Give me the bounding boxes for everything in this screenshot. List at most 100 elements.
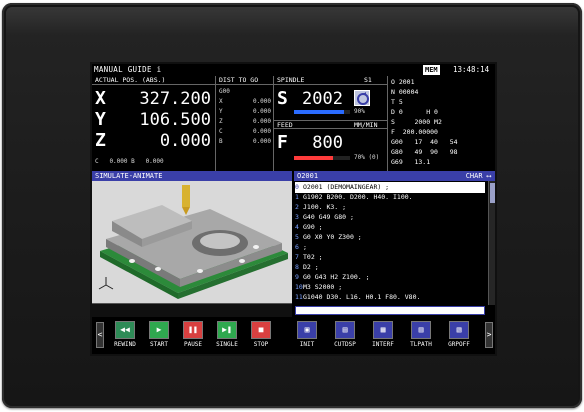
program-title-bar: O2001 CHAR ⟷	[294, 171, 495, 181]
axis-label-z: Z	[95, 130, 106, 151]
spindle-icon	[354, 90, 370, 106]
modal-line: G69 13.1	[391, 158, 431, 166]
program-pane[interactable]: O2001 CHAR ⟷ 0 O2001 (DEMOMAINGEAR) ; 1 G19…	[294, 171, 495, 317]
softkey-start[interactable]: ▶ START	[142, 321, 176, 350]
line-text: G0 X0 Y0 Z300 ;	[303, 233, 362, 241]
pause-icon: ❚❚	[183, 321, 203, 339]
softkey-next-arrow[interactable]: >	[485, 322, 493, 348]
dtg-header: DIST TO GO	[216, 76, 273, 85]
cut-display-icon: ▤	[335, 321, 355, 339]
feed-unit: MM/MIN	[354, 121, 378, 129]
input-mode: CHAR ⟷	[465, 172, 491, 180]
line-text: J100. K3. ;	[303, 203, 347, 211]
modal-line: T 5	[391, 98, 403, 106]
line-text: G90 ;	[303, 223, 323, 231]
program-line[interactable]: 11G1040 D30. L16. H0.1 F80. V80.	[295, 292, 485, 303]
clock: 13:48:14	[453, 65, 490, 74]
simulation-scrollbar[interactable]	[92, 303, 292, 317]
softkey-label: STOP	[253, 341, 269, 348]
softkey-label: START	[149, 341, 169, 348]
single-step-icon: ▶❚	[217, 321, 237, 339]
rewind-icon: ◀◀	[115, 321, 135, 339]
position-header: ACTUAL POS. (ABS.)	[92, 76, 215, 85]
tool-path-icon: ▥	[411, 321, 431, 339]
modal-line: O 2001	[391, 78, 415, 86]
spindle-load-bar	[294, 110, 350, 114]
axis-value-x: 327.200	[139, 89, 211, 109]
softkey-label: INIT	[299, 341, 315, 348]
softkey-label: REWIND	[114, 341, 136, 348]
line-text: D2 ;	[303, 263, 319, 271]
line-text: G1902 B200. D200. H40. I100.	[303, 193, 413, 201]
softkey-label: PAUSE	[183, 341, 203, 348]
modal-line: F 200.00000	[391, 128, 438, 136]
line-text: G1040 D30. L16. H0.1 F80. V80.	[303, 293, 421, 301]
feed-override-bar	[294, 156, 350, 160]
softkey-interf[interactable]: ▦ INTERF	[366, 321, 400, 350]
softkey-grpoff[interactable]: ▧ GRPOFF	[442, 321, 476, 350]
modal-line: G00 17 40 54	[391, 138, 458, 146]
softkey-pause[interactable]: ❚❚ PAUSE	[176, 321, 210, 350]
spindle-speed: 2002	[302, 89, 343, 109]
play-icon: ▶	[149, 321, 169, 339]
line-text: G40 G49 G80 ;	[303, 213, 354, 221]
spindle-channel: S1	[364, 76, 372, 84]
distance-to-go-panel: DIST TO GO G00 X 0.000 Y 0.000 Z 0.000 C 0.0…	[216, 76, 274, 171]
modal-info-panel: O 2001 N 00004 T 5 D 0 H 0 S 2000 M2 F 2…	[388, 76, 495, 171]
softkey-init[interactable]: ▣ INIT	[290, 321, 324, 350]
spindle-header: SPINDLE S1	[274, 76, 387, 85]
init-icon: ▣	[297, 321, 317, 339]
feed-override: 70% (0)	[354, 154, 380, 161]
line-text: G0 G43 H2 Z100. ;	[303, 273, 370, 281]
line-text: T02 ;	[303, 253, 323, 261]
softkey-label: SINGLE	[216, 341, 238, 348]
axis-value-z: 0.000	[159, 131, 211, 151]
graphics-off-icon: ▧	[449, 321, 469, 339]
line-text: O2001 (DEMOMAINGEAR) ;	[303, 183, 390, 191]
dtg-row: Z 0.000	[219, 118, 271, 125]
stop-icon: ■	[251, 321, 271, 339]
feed-header: FEED MM/MIN	[274, 120, 387, 129]
softkey-label: GRPOFF	[448, 341, 470, 348]
dtg-row: C 0.000	[219, 128, 271, 135]
softkey-label: TLPATH	[410, 341, 432, 348]
key-input-line[interactable]	[295, 306, 485, 315]
softkey-rewind[interactable]: ◀◀ REWIND	[108, 321, 142, 350]
screen-title: MANUAL GUIDE i	[94, 65, 162, 74]
softkey-label: CUTDSP	[334, 341, 356, 348]
modal-line: G80 49 90 98	[391, 148, 458, 156]
dtg-row: Y 0.000	[219, 108, 271, 115]
feed-rate: 800	[312, 133, 343, 153]
scrollbar-thumb[interactable]	[490, 183, 495, 203]
softkey-tlpath[interactable]: ▥ TLPATH	[404, 321, 438, 350]
dtg-code: G00	[219, 88, 230, 95]
cnc-screen: MANUAL GUIDE i MEM 13:48:14 ACTUAL POS. …	[90, 62, 497, 356]
softkey-label: INTERF	[372, 341, 394, 348]
spindle-label: S	[277, 88, 288, 109]
line-text: M3 S2000 ;	[303, 283, 343, 291]
modal-line: S 2000 M2	[391, 118, 442, 126]
softkey-prev-arrow[interactable]: <	[96, 322, 104, 348]
interference-icon: ▦	[373, 321, 393, 339]
program-scrollbar[interactable]	[488, 181, 495, 305]
line-number: 11	[295, 293, 303, 301]
feed-label: F	[277, 132, 288, 153]
softkey-single[interactable]: ▶❚ SINGLE	[210, 321, 244, 350]
modal-line: N 00004	[391, 88, 419, 96]
softkey-cutdsp[interactable]: ▤ CUTDSP	[328, 321, 362, 350]
rotary-axes: C 0.000 B 0.000	[95, 158, 164, 165]
spindle-panel: SPINDLE S1 S 2002 90% FEED MM/MIN F 800 …	[274, 76, 388, 171]
axis-label-x: X	[95, 88, 106, 109]
dtg-row: X 0.000	[219, 98, 271, 105]
axis-value-y: 106.500	[139, 110, 211, 130]
softkey-bar: < ◀◀ REWIND ▶ START ❚❚ PAUSE ▶❚ SINGLE ■ STOP ▣ INI…	[92, 317, 495, 354]
modal-line: D 0 H 0	[391, 108, 438, 116]
simulation-viewport[interactable]	[92, 181, 292, 303]
softkey-stop[interactable]: ■ STOP	[244, 321, 278, 350]
simulation-pane[interactable]: SIMULATE-ANIMATE	[92, 171, 292, 317]
program-name: O2001	[297, 172, 319, 180]
mode-badge: MEM	[423, 65, 440, 75]
dtg-row: B 0.000	[219, 138, 271, 145]
simulation-title: SIMULATE-ANIMATE	[92, 171, 292, 181]
title-bar: MANUAL GUIDE i MEM 13:48:14	[92, 64, 495, 76]
